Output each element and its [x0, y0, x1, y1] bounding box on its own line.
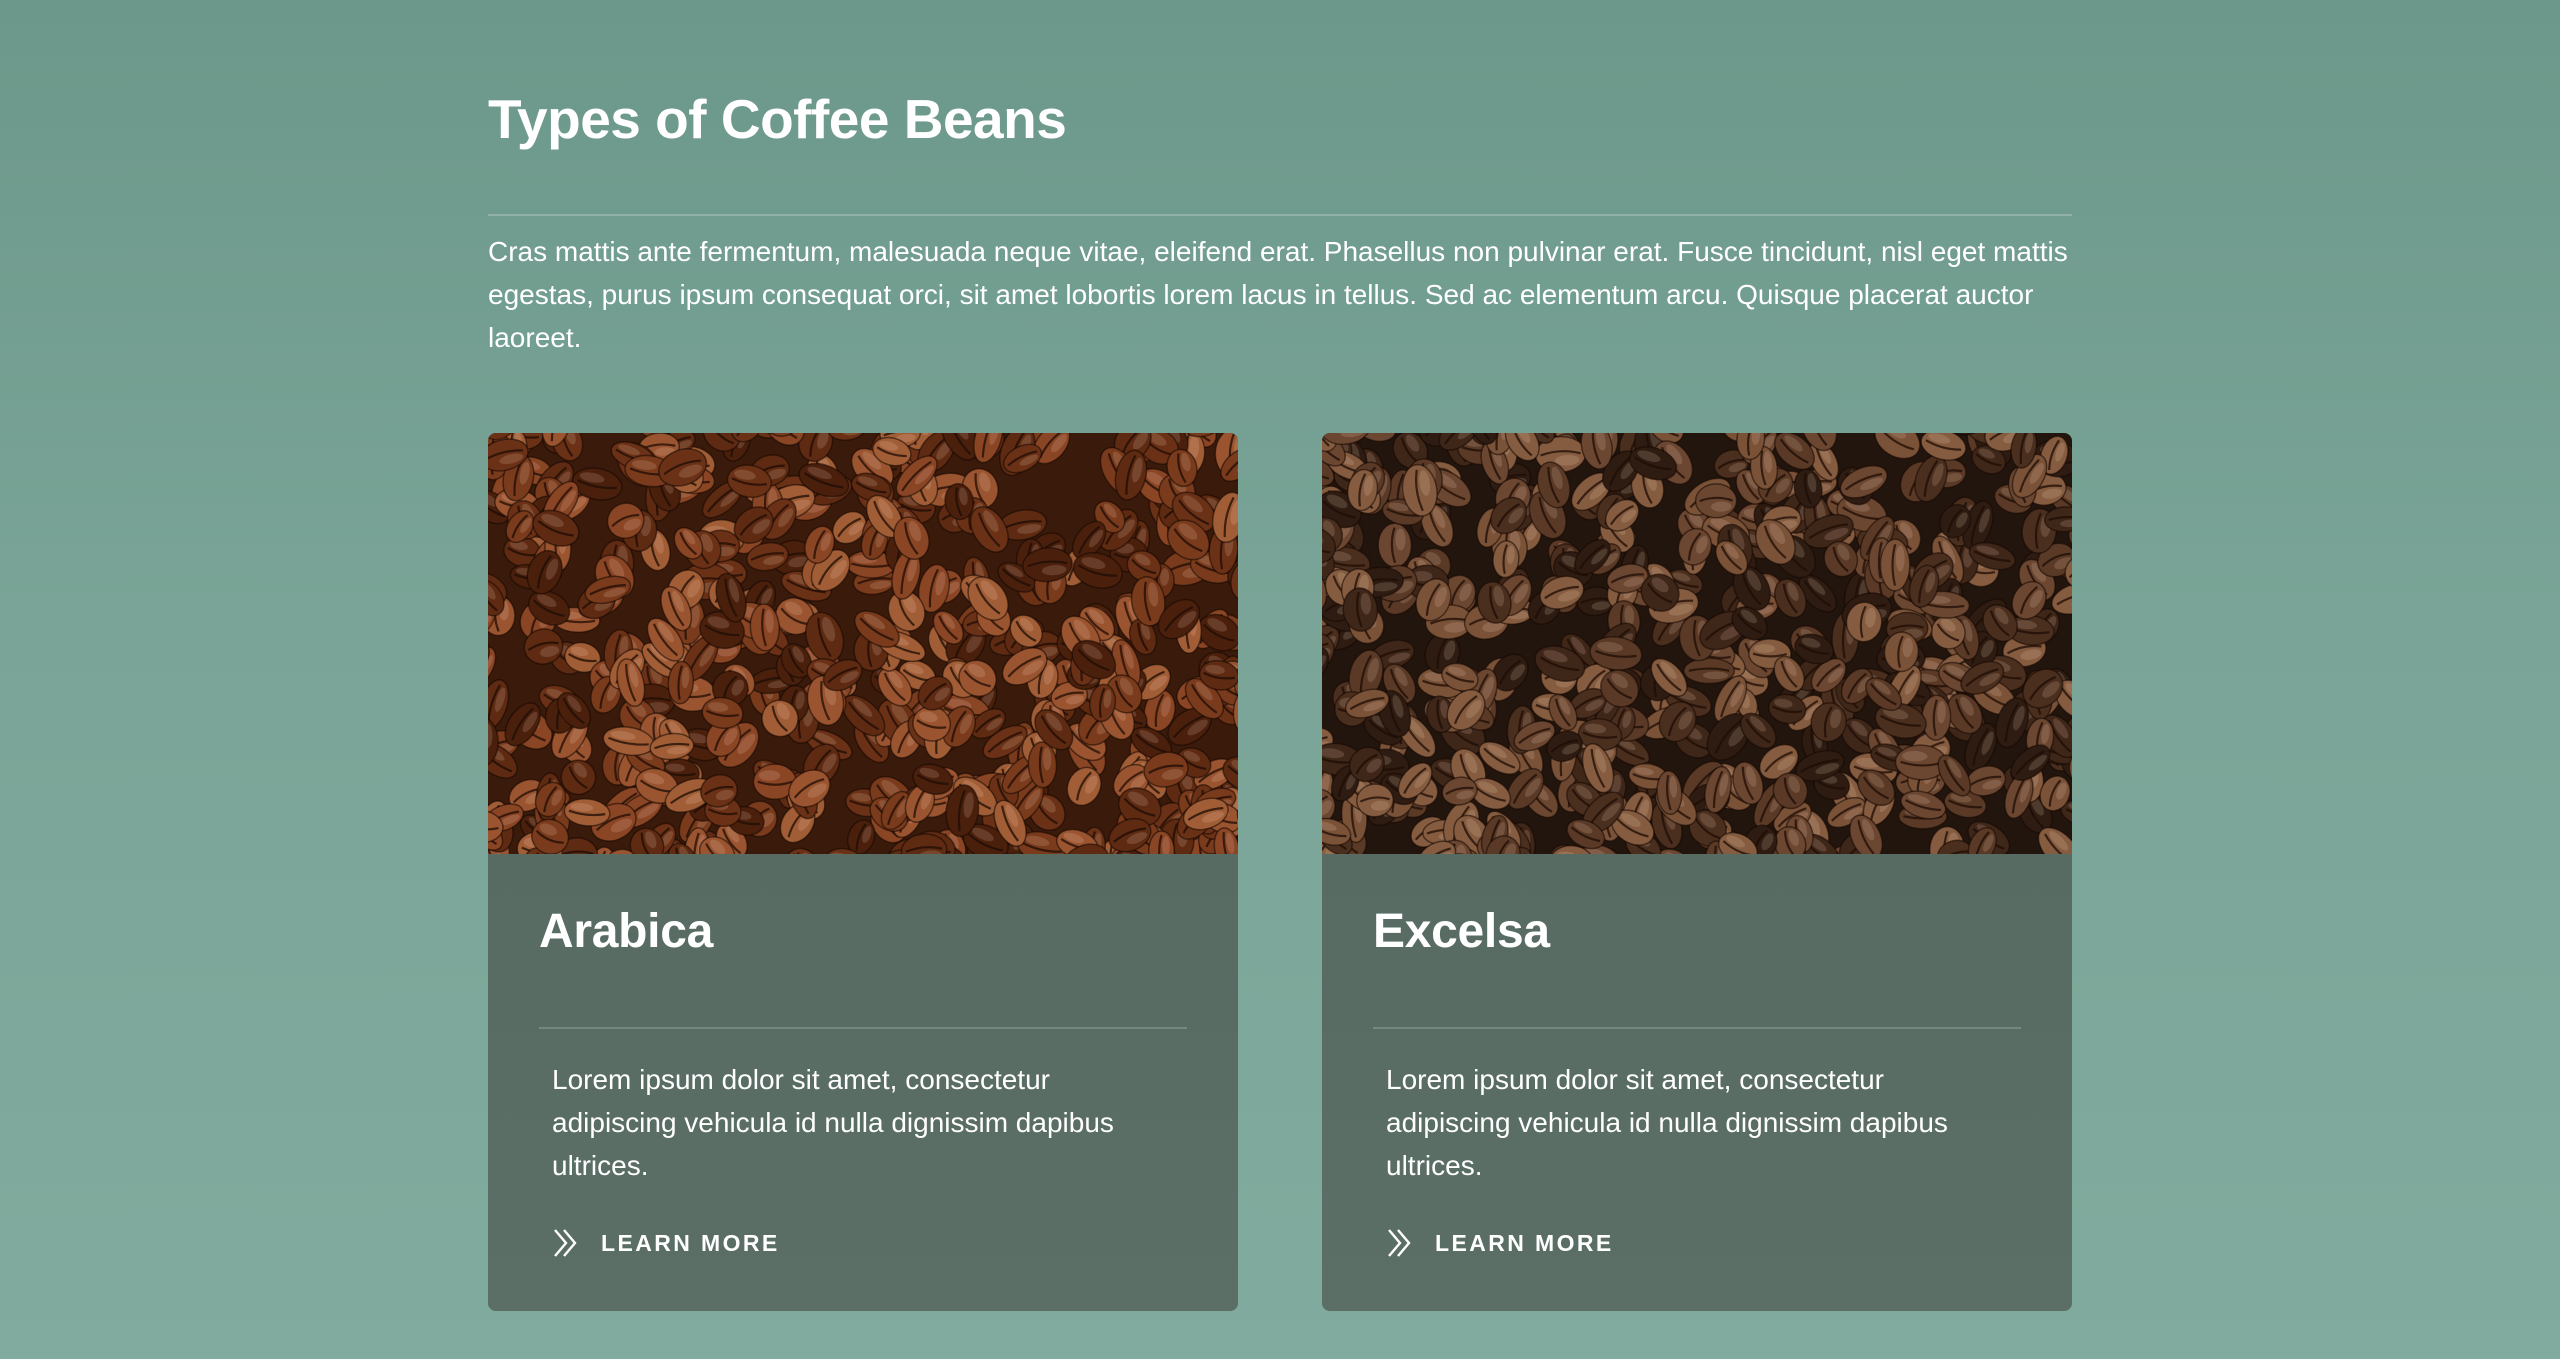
- card-grid: Arabica Lorem ipsum dolor sit amet, cons…: [488, 433, 2072, 1313]
- card-title: Excelsa: [1373, 905, 1550, 958]
- double-chevron-right-icon: [554, 1229, 577, 1257]
- learn-more-link[interactable]: LEARN MORE: [549, 1226, 780, 1260]
- card-divider: [1373, 1027, 2021, 1029]
- learn-more-label: LEARN MORE: [601, 1229, 780, 1256]
- page-title: Types of Coffee Beans: [488, 88, 1067, 150]
- arabica-beans-image: [488, 433, 1238, 854]
- card-excelsa: Excelsa Lorem ipsum dolor sit amet, cons…: [1322, 433, 2072, 1311]
- learn-more-label: LEARN MORE: [1435, 1229, 1614, 1256]
- learn-more-link[interactable]: LEARN MORE: [1383, 1226, 1614, 1260]
- card-title: Arabica: [539, 905, 713, 958]
- card-divider: [539, 1027, 1187, 1029]
- excelsa-beans-image: [1322, 433, 2072, 854]
- double-chevron-right-icon: [1388, 1229, 1411, 1257]
- card-text: Lorem ipsum dolor sit amet, consectetur …: [1386, 1064, 1948, 1181]
- intro-paragraph: Cras mattis ante fermentum, malesuada ne…: [488, 236, 2068, 353]
- card-text: Lorem ipsum dolor sit amet, consectetur …: [552, 1064, 1114, 1181]
- title-divider: [488, 214, 2072, 216]
- card-arabica: Arabica Lorem ipsum dolor sit amet, cons…: [488, 433, 1238, 1311]
